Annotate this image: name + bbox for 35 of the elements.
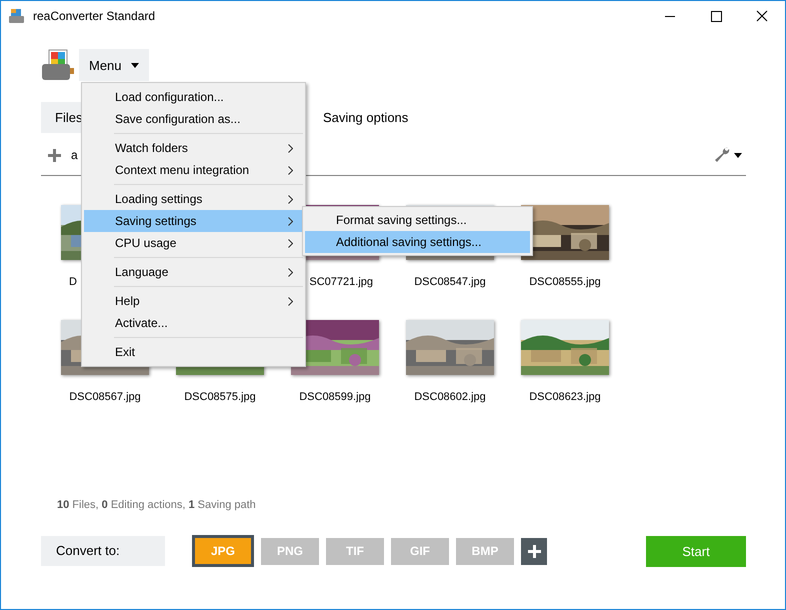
menu-item[interactable]: Watch folders (84, 137, 303, 159)
plus-icon (48, 148, 61, 162)
add-format-button[interactable] (521, 538, 547, 564)
caret-icon[interactable] (734, 152, 742, 158)
add-button[interactable]: a (41, 148, 85, 162)
menu-item[interactable]: Context menu integration (84, 159, 303, 181)
status-text: 10 Files, 0 Editing actions, 1 Saving path (57, 499, 257, 511)
menu-item[interactable]: Help (84, 290, 303, 312)
menu-item[interactable]: Exit (84, 341, 303, 363)
file-name: DSC08575.jpg (183, 391, 257, 403)
menu-item[interactable]: Activate... (84, 312, 303, 334)
menu-item[interactable]: Saving settings (84, 210, 303, 232)
plus-icon (528, 544, 540, 558)
menu-item[interactable]: CPU usage (84, 232, 303, 254)
wrench-icon[interactable] (714, 147, 730, 163)
caret-icon (130, 62, 139, 68)
file-name: DSC08623.jpg (528, 391, 602, 403)
file-name: DSC08567.jpg (68, 391, 142, 403)
menu-item[interactable]: Additional saving settings... (305, 231, 530, 253)
menu-item[interactable]: Save configuration as... (84, 108, 303, 130)
menu-item[interactable]: Loading settings (84, 188, 303, 210)
file-name: DSC08602.jpg (413, 391, 487, 403)
file-name: DSC08599.jpg (298, 391, 372, 403)
menu-item[interactable]: Format saving settings... (305, 209, 530, 231)
file-name: SC07721.jpg (308, 276, 374, 288)
file-name: DSC08555.jpg (528, 276, 602, 288)
window-title: reaConverter Standard (33, 9, 156, 23)
file-name: D (68, 276, 78, 288)
file-name: DSC08547.jpg (413, 276, 487, 288)
convert-to-label: Convert to: (41, 536, 165, 566)
menu-item[interactable]: Language (84, 261, 303, 283)
printer-icon (41, 48, 75, 82)
menu-item[interactable]: Load configuration... (84, 86, 303, 108)
menu-button[interactable]: Menu (79, 49, 149, 81)
printer-icon (8, 8, 26, 24)
